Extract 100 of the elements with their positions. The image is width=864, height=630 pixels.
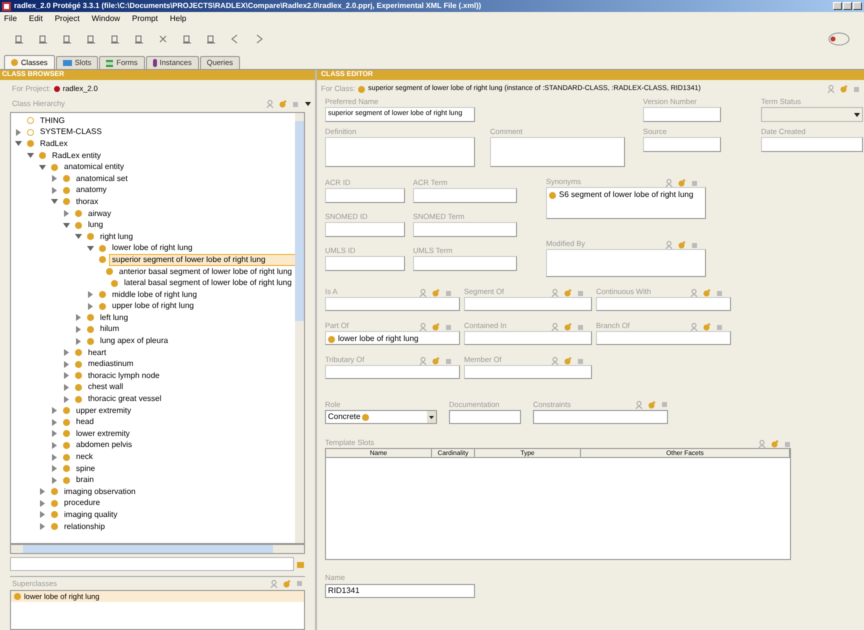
collapse-arrow-icon[interactable] bbox=[51, 198, 58, 206]
tree-item[interactable]: chest wall bbox=[85, 381, 126, 394]
scrollbar[interactable] bbox=[10, 544, 305, 554]
menu-item[interactable]: Window bbox=[92, 12, 120, 24]
dropdown[interactable] bbox=[761, 107, 863, 122]
tree-item[interactable]: anatomy bbox=[73, 184, 110, 196]
tree-item[interactable]: thoracic lymph node bbox=[85, 370, 163, 382]
minimize-button[interactable] bbox=[833, 2, 842, 10]
tree-item[interactable]: left lung bbox=[97, 312, 132, 324]
tree-item[interactable]: head bbox=[73, 416, 97, 428]
menu-item[interactable]: File bbox=[4, 12, 17, 24]
search-icon[interactable] bbox=[296, 560, 305, 568]
remove-icon[interactable] bbox=[577, 358, 584, 364]
list-box[interactable]: S6 segment of lower lobe of right lung bbox=[546, 187, 706, 219]
expand-arrow-icon[interactable] bbox=[15, 128, 22, 136]
list-box[interactable] bbox=[464, 297, 592, 311]
tree-item[interactable]: right lung bbox=[97, 230, 136, 243]
tree-item[interactable]: thorax bbox=[73, 196, 102, 208]
add-icon[interactable] bbox=[564, 323, 572, 331]
text-area[interactable] bbox=[325, 137, 475, 167]
person-icon[interactable] bbox=[665, 241, 673, 249]
add-icon[interactable] bbox=[678, 179, 686, 187]
tree-item[interactable]: superior segment of lower lobe of right lung bbox=[109, 254, 295, 266]
list-box[interactable]: lower lobe of right lung bbox=[325, 331, 460, 345]
person-icon[interactable] bbox=[551, 357, 559, 365]
remove-icon[interactable] bbox=[661, 401, 668, 408]
person-icon[interactable] bbox=[419, 323, 427, 331]
person-icon[interactable] bbox=[419, 357, 427, 365]
tree-item[interactable]: imaging observation bbox=[61, 486, 139, 498]
tree-item[interactable]: upper extremity bbox=[73, 404, 134, 417]
remove-icon[interactable] bbox=[292, 100, 299, 108]
tree-item[interactable]: THING bbox=[37, 114, 68, 127]
tree-item[interactable]: relationship bbox=[61, 520, 108, 533]
remove-icon[interactable] bbox=[716, 324, 723, 330]
tree-item[interactable]: abdomen pelvis bbox=[73, 439, 136, 452]
input-field[interactable] bbox=[325, 256, 405, 271]
menu-item[interactable]: Help bbox=[170, 12, 186, 24]
back-icon[interactable] bbox=[230, 34, 240, 44]
input-field[interactable] bbox=[449, 410, 521, 424]
list-box[interactable] bbox=[464, 365, 592, 379]
remove-icon[interactable] bbox=[716, 290, 723, 296]
input-field[interactable] bbox=[643, 137, 721, 152]
tree-item[interactable]: spine bbox=[73, 462, 98, 475]
tree-item[interactable]: lower lobe of right lung bbox=[109, 242, 196, 254]
tree-item[interactable]: lung apex of pleura bbox=[97, 335, 172, 348]
close-button[interactable] bbox=[853, 2, 862, 10]
tree-item[interactable]: thoracic great vessel bbox=[85, 393, 164, 406]
maximize-button[interactable] bbox=[843, 2, 852, 10]
person-icon[interactable] bbox=[419, 289, 427, 297]
input-field[interactable] bbox=[533, 410, 668, 424]
tree-item[interactable]: SYSTEM-CLASS bbox=[37, 126, 105, 138]
list-box[interactable] bbox=[596, 297, 731, 311]
add-icon[interactable] bbox=[432, 323, 440, 331]
tree-item[interactable]: procedure bbox=[61, 497, 104, 510]
text-area[interactable] bbox=[490, 137, 625, 167]
tree-item[interactable]: anatomical entity bbox=[61, 161, 128, 174]
tree-item[interactable]: heart bbox=[85, 346, 110, 359]
menu-item[interactable]: Edit bbox=[28, 12, 43, 24]
remove-icon[interactable] bbox=[577, 290, 584, 296]
input-field[interactable]: RID1341 bbox=[325, 584, 475, 598]
person-icon[interactable] bbox=[758, 440, 766, 448]
person-icon[interactable] bbox=[266, 100, 274, 108]
input-field[interactable] bbox=[413, 222, 517, 237]
list-item[interactable]: S6 segment of lower lobe of right lung bbox=[559, 189, 694, 201]
input-field[interactable] bbox=[761, 137, 863, 152]
tree-item[interactable]: RadLex entity bbox=[49, 150, 104, 162]
tree-item[interactable]: mediastinum bbox=[85, 358, 136, 370]
add-icon[interactable] bbox=[678, 241, 686, 249]
expand-arrow-icon[interactable] bbox=[63, 210, 70, 218]
list-box[interactable] bbox=[596, 331, 731, 345]
delete-icon[interactable] bbox=[158, 34, 168, 44]
add-icon[interactable] bbox=[703, 323, 711, 331]
tree-item[interactable]: lung bbox=[85, 219, 106, 232]
tree-item[interactable]: RadLex bbox=[37, 138, 71, 150]
list-box[interactable] bbox=[325, 365, 460, 379]
person-icon[interactable] bbox=[690, 289, 698, 297]
person-icon[interactable] bbox=[690, 323, 698, 331]
remove-icon[interactable] bbox=[445, 290, 452, 296]
person-icon[interactable] bbox=[827, 85, 835, 93]
add-icon[interactable] bbox=[840, 85, 848, 93]
add-icon[interactable] bbox=[283, 580, 291, 588]
tree-item[interactable]: lower extremity bbox=[73, 428, 133, 440]
add-icon[interactable] bbox=[432, 357, 440, 365]
remove-icon[interactable] bbox=[691, 180, 698, 186]
menu-item[interactable]: Project bbox=[54, 12, 80, 24]
person-icon[interactable] bbox=[635, 400, 643, 409]
tree-item[interactable]: anatomical set bbox=[73, 172, 131, 185]
list-box[interactable] bbox=[325, 297, 460, 311]
input-field[interactable] bbox=[413, 188, 517, 203]
person-icon[interactable] bbox=[270, 580, 278, 588]
tree-item[interactable]: airway bbox=[85, 208, 114, 220]
input-field[interactable] bbox=[325, 222, 405, 237]
remove-icon[interactable] bbox=[445, 324, 452, 330]
person-icon[interactable] bbox=[551, 289, 559, 297]
tree-item[interactable]: neck bbox=[73, 451, 96, 464]
list-box[interactable] bbox=[546, 249, 706, 277]
forward-icon[interactable] bbox=[254, 34, 264, 44]
dropdown[interactable]: Concrete bbox=[325, 410, 437, 424]
tree-item[interactable]: anterior basal segment of lower lobe of right lung bbox=[116, 266, 295, 278]
remove-icon[interactable] bbox=[577, 324, 584, 330]
